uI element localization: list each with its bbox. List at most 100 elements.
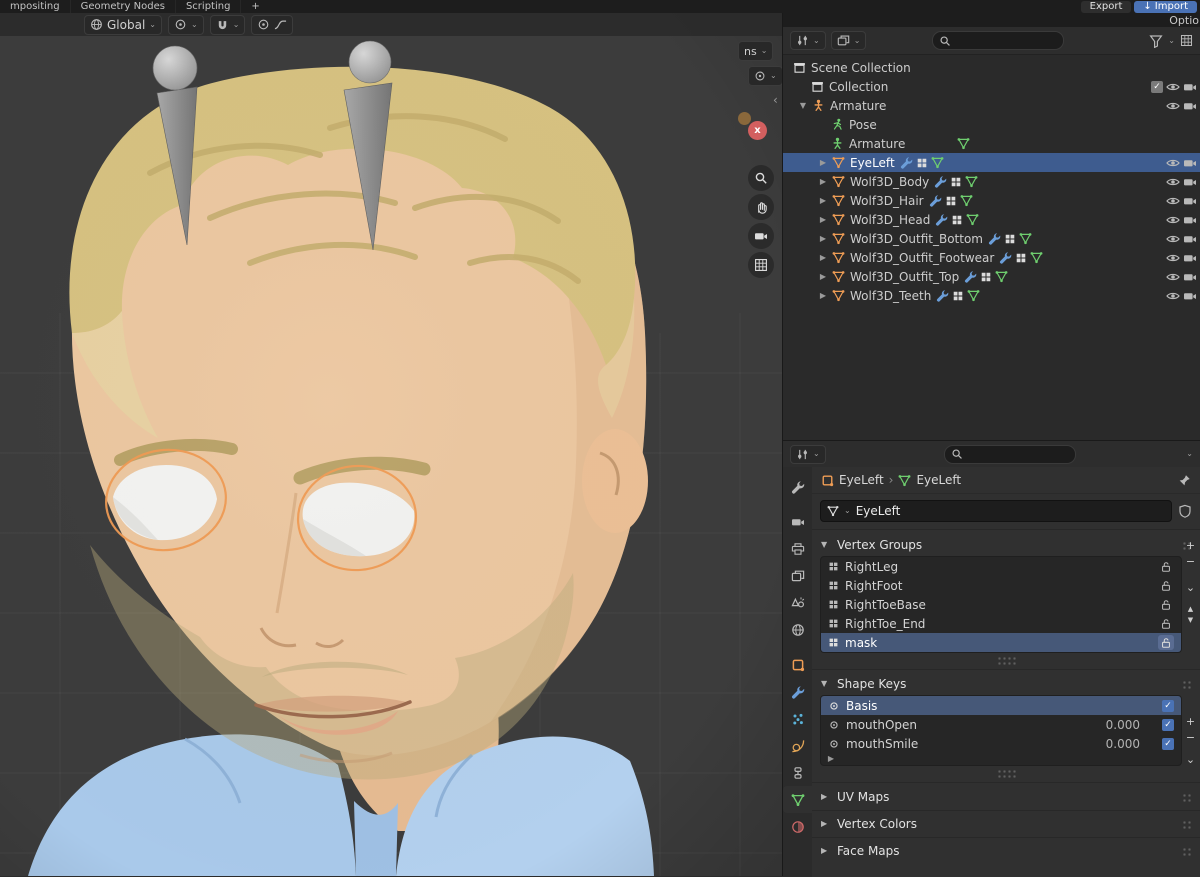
outliner-row-scene-collection[interactable]: Scene Collection bbox=[783, 58, 1200, 77]
filter-funnel-icon[interactable] bbox=[1149, 34, 1163, 48]
vertex-group-icon[interactable] bbox=[965, 175, 978, 188]
mesh-data-icon[interactable] bbox=[951, 214, 963, 226]
tab-object-data[interactable] bbox=[783, 786, 812, 813]
remove-shape-key-button[interactable]: − bbox=[1183, 729, 1199, 745]
pan-tool-button[interactable] bbox=[748, 194, 774, 220]
outliner-row-wolf3d-outfit-footwear[interactable]: ▶ Wolf3D_Outfit_Footwear bbox=[783, 248, 1200, 267]
panel-grip-icon[interactable] bbox=[1182, 846, 1191, 856]
editor-type-dropdown[interactable]: ⌄ bbox=[790, 444, 826, 464]
disclosure-closed-icon[interactable]: ▶ bbox=[817, 215, 829, 224]
chevron-down-icon[interactable]: ⌄ bbox=[1186, 450, 1193, 458]
disclosure-closed-icon[interactable]: ▶ bbox=[817, 158, 829, 167]
gizmo-axis-y[interactable] bbox=[738, 112, 751, 125]
mesh-data-icon[interactable] bbox=[950, 176, 962, 188]
vertex-group-icon[interactable] bbox=[931, 156, 944, 169]
shape-key-checkbox[interactable]: ✓ bbox=[1162, 699, 1174, 712]
sidebar-collapse-chevron[interactable]: ‹ bbox=[773, 93, 778, 107]
hide-eye-icon[interactable] bbox=[1166, 232, 1180, 246]
outliner-row-collection[interactable]: Collection ✓ bbox=[783, 77, 1200, 96]
tab-scene[interactable] bbox=[783, 589, 812, 616]
render-visibility-icon[interactable] bbox=[1183, 175, 1197, 189]
modifier-wrench-icon[interactable] bbox=[936, 289, 949, 302]
face-maps-panel-header[interactable]: ▶ Face Maps bbox=[812, 840, 1200, 862]
lock-toggle[interactable] bbox=[1158, 559, 1174, 574]
modifier-wrench-icon[interactable] bbox=[900, 156, 913, 169]
outliner-row-wolf3d-head[interactable]: ▶ Wolf3D_Head bbox=[783, 210, 1200, 229]
vertex-group-specials-button[interactable]: ⌄ bbox=[1183, 579, 1199, 595]
hide-eye-icon[interactable] bbox=[1166, 289, 1180, 303]
outliner-row-wolf3d-hair[interactable]: ▶ Wolf3D_Hair bbox=[783, 191, 1200, 210]
mesh-data-icon[interactable] bbox=[1015, 252, 1027, 264]
hide-eye-icon[interactable] bbox=[1166, 156, 1180, 170]
workspace-tab-geometry-nodes[interactable]: Geometry Nodes bbox=[71, 0, 176, 13]
3d-viewport[interactable]: Global ⌄ ⌄ ⌄ ns ⌄ ⌄ ‹ x bbox=[0, 13, 783, 876]
outliner-options-icon[interactable] bbox=[1180, 34, 1193, 47]
disclosure-closed-icon[interactable]: ▶ bbox=[817, 196, 829, 205]
hide-eye-icon[interactable] bbox=[1166, 194, 1180, 208]
3d-viewport-canvas[interactable] bbox=[0, 13, 782, 876]
outliner-row-wolf3d-teeth[interactable]: ▶ Wolf3D_Teeth bbox=[783, 286, 1200, 305]
list-resize-grip[interactable] bbox=[996, 656, 1016, 665]
tab-render[interactable] bbox=[783, 508, 812, 535]
add-vertex-group-button[interactable]: + bbox=[1183, 537, 1199, 553]
shape-key-checkbox[interactable]: ✓ bbox=[1162, 718, 1174, 731]
add-shape-key-button[interactable]: + bbox=[1183, 713, 1199, 729]
disclosure-closed-icon[interactable]: ▶ bbox=[817, 291, 829, 300]
vertex-group-row[interactable]: RightToeBase bbox=[821, 595, 1181, 614]
pin-icon[interactable] bbox=[1178, 474, 1191, 487]
vertex-group-row-selected[interactable]: mask bbox=[821, 633, 1181, 652]
tab-material[interactable] bbox=[783, 813, 812, 840]
export-button[interactable]: Export bbox=[1080, 0, 1132, 13]
hide-eye-icon[interactable] bbox=[1166, 80, 1180, 94]
lock-toggle[interactable] bbox=[1158, 635, 1174, 650]
outliner-search-input[interactable] bbox=[932, 31, 1065, 50]
tab-world[interactable] bbox=[783, 616, 812, 643]
modifier-wrench-icon[interactable] bbox=[934, 175, 947, 188]
shading-dropdown[interactable]: ⌄ bbox=[748, 66, 782, 86]
vertex-group-icon[interactable] bbox=[1019, 232, 1032, 245]
outliner-row-wolf3d-body[interactable]: ▶ Wolf3D_Body bbox=[783, 172, 1200, 191]
move-up-button[interactable]: ▲ bbox=[1183, 603, 1199, 614]
move-down-button[interactable]: ▼ bbox=[1183, 614, 1199, 625]
modifier-wrench-icon[interactable] bbox=[988, 232, 1001, 245]
shape-key-value[interactable]: 0.000 bbox=[1106, 718, 1140, 732]
tab-tool[interactable] bbox=[783, 473, 812, 500]
import-button[interactable]: ↓ Import bbox=[1134, 0, 1197, 13]
shape-key-row-selected[interactable]: Basis ✓ bbox=[821, 696, 1181, 715]
snap-dropdown[interactable]: ⌄ bbox=[209, 14, 246, 35]
uv-maps-panel-header[interactable]: ▶ UV Maps bbox=[812, 786, 1200, 808]
outliner-row-armature-data[interactable]: Armature bbox=[783, 134, 1200, 153]
mesh-data-icon[interactable] bbox=[1004, 233, 1016, 245]
vertex-group-icon[interactable] bbox=[967, 289, 980, 302]
vertex-group-row[interactable]: RightToe_End bbox=[821, 614, 1181, 633]
viewport-options-dropdown[interactable]: ns ⌄ bbox=[738, 41, 774, 61]
shape-key-row[interactable]: mouthSmile 0.000 ✓ bbox=[821, 734, 1181, 753]
disclosure-closed-icon[interactable]: ▶ bbox=[817, 253, 829, 262]
hide-eye-icon[interactable] bbox=[1166, 213, 1180, 227]
hide-eye-icon[interactable] bbox=[1166, 251, 1180, 265]
render-visibility-icon[interactable] bbox=[1183, 99, 1197, 113]
breadcrumb-data-label[interactable]: EyeLeft bbox=[916, 473, 961, 487]
shape-key-specials-button[interactable]: ⌄ bbox=[1183, 751, 1199, 767]
vertex-group-icon[interactable] bbox=[960, 194, 973, 207]
render-visibility-icon[interactable] bbox=[1183, 156, 1197, 170]
panel-grip-icon[interactable] bbox=[1182, 819, 1191, 829]
outliner-row-armature-object[interactable]: ▼ Armature bbox=[783, 96, 1200, 115]
add-workspace-button[interactable]: + bbox=[241, 0, 269, 13]
tab-output[interactable] bbox=[783, 535, 812, 562]
mesh-data-icon[interactable] bbox=[916, 157, 928, 169]
outliner-row-pose[interactable]: Pose bbox=[783, 115, 1200, 134]
vertex-group-icon[interactable] bbox=[1030, 251, 1043, 264]
render-visibility-icon[interactable] bbox=[1183, 289, 1197, 303]
hide-eye-icon[interactable] bbox=[1166, 175, 1180, 189]
remove-vertex-group-button[interactable]: − bbox=[1183, 553, 1199, 569]
tab-view-layer[interactable] bbox=[783, 562, 812, 589]
disclosure-closed-icon[interactable]: ▶ bbox=[817, 234, 829, 243]
zoom-tool-button[interactable] bbox=[748, 165, 774, 191]
breadcrumb-object-label[interactable]: EyeLeft bbox=[839, 473, 884, 487]
tab-constraints[interactable] bbox=[783, 759, 812, 786]
tab-modifiers[interactable] bbox=[783, 678, 812, 705]
vertex-group-icon[interactable] bbox=[995, 270, 1008, 283]
editor-type-dropdown[interactable]: ⌄ bbox=[790, 31, 826, 50]
shape-key-checkbox[interactable]: ✓ bbox=[1162, 737, 1174, 750]
